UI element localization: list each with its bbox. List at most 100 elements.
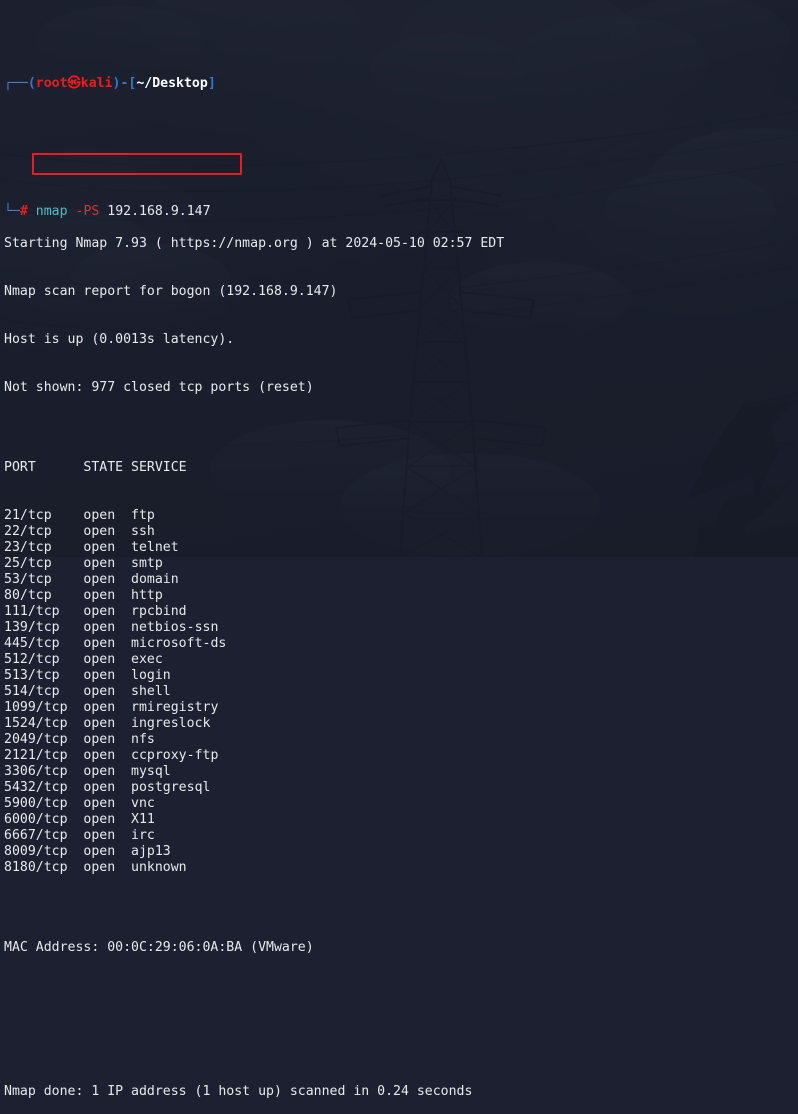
port-cell-state: open bbox=[83, 796, 131, 811]
port-cell-service: rmiregistry bbox=[131, 700, 218, 715]
port-cell-service: ingreslock bbox=[131, 716, 210, 731]
prompt-dash-bracket: -[ bbox=[120, 76, 136, 91]
port-table-row: 1524/tcp open ingreslock bbox=[4, 716, 798, 732]
command-line[interactable]: └─# nmap -PS 192.168.9.147 bbox=[4, 156, 798, 172]
port-cell-service: smtp bbox=[131, 556, 163, 571]
port-cell-port: 8180/tcp bbox=[4, 860, 83, 875]
port-cell-service: http bbox=[131, 588, 163, 603]
port-cell-service: mysql bbox=[131, 764, 171, 779]
port-table-row: 80/tcp open http bbox=[4, 588, 798, 604]
port-table: 21/tcp open ftp22/tcp open ssh23/tcp ope… bbox=[4, 508, 798, 876]
port-cell-service: ajp13 bbox=[131, 844, 171, 859]
port-cell-state: open bbox=[83, 732, 131, 747]
port-cell-state: open bbox=[83, 748, 131, 763]
port-table-row: 3306/tcp open mysql bbox=[4, 764, 798, 780]
port-cell-port: 1524/tcp bbox=[4, 716, 83, 731]
port-cell-port: 8009/tcp bbox=[4, 844, 83, 859]
port-table-row: 8180/tcp open unknown bbox=[4, 860, 798, 876]
port-cell-port: 514/tcp bbox=[4, 684, 83, 699]
prompt-frame-top: ┌── bbox=[4, 76, 28, 91]
output-line-not-shown: Not shown: 977 closed tcp ports (reset) bbox=[4, 380, 798, 396]
port-cell-port: 25/tcp bbox=[4, 556, 83, 571]
port-cell-port: 512/tcp bbox=[4, 652, 83, 667]
port-cell-service: X11 bbox=[131, 812, 155, 827]
port-table-row: 23/tcp open telnet bbox=[4, 540, 798, 556]
port-cell-service: unknown bbox=[131, 860, 187, 875]
port-cell-state: open bbox=[83, 844, 131, 859]
port-cell-state: open bbox=[83, 604, 131, 619]
port-table-row: 6667/tcp open irc bbox=[4, 828, 798, 844]
port-cell-state: open bbox=[83, 508, 131, 523]
port-table-row: 139/tcp open netbios-ssn bbox=[4, 620, 798, 636]
port-table-row: 22/tcp open ssh bbox=[4, 524, 798, 540]
output-line-host-up: Host is up (0.0013s latency). bbox=[4, 332, 798, 348]
port-cell-port: 5432/tcp bbox=[4, 780, 83, 795]
port-cell-state: open bbox=[83, 588, 131, 603]
port-cell-state: open bbox=[83, 812, 131, 827]
prompt-user: root bbox=[36, 76, 68, 91]
port-cell-port: 111/tcp bbox=[4, 604, 83, 619]
port-cell-port: 23/tcp bbox=[4, 540, 83, 555]
port-table-row: 445/tcp open microsoft-ds bbox=[4, 636, 798, 652]
command-flag[interactable]: -PS bbox=[76, 204, 100, 219]
command-program[interactable]: nmap bbox=[36, 204, 68, 219]
port-cell-service: telnet bbox=[131, 540, 179, 555]
port-table-row: 8009/tcp open ajp13 bbox=[4, 844, 798, 860]
port-cell-state: open bbox=[83, 540, 131, 555]
port-cell-port: 3306/tcp bbox=[4, 764, 83, 779]
output-line-summary: Nmap done: 1 IP address (1 host up) scan… bbox=[4, 1084, 798, 1100]
port-table-row: 5900/tcp open vnc bbox=[4, 796, 798, 812]
port-table-row: 5432/tcp open postgresql bbox=[4, 780, 798, 796]
port-cell-state: open bbox=[83, 780, 131, 795]
port-cell-service: login bbox=[131, 668, 171, 683]
kali-at-icon: ㉿ bbox=[68, 76, 81, 91]
port-table-row: 1099/tcp open rmiregistry bbox=[4, 700, 798, 716]
port-cell-service: nfs bbox=[131, 732, 155, 747]
port-table-row: 512/tcp open exec bbox=[4, 652, 798, 668]
prompt-frame-bottom: └─ bbox=[4, 204, 20, 219]
port-table-row: 53/tcp open domain bbox=[4, 572, 798, 588]
port-cell-service: rpcbind bbox=[131, 604, 187, 619]
port-cell-state: open bbox=[83, 620, 131, 635]
port-cell-port: 5900/tcp bbox=[4, 796, 83, 811]
port-table-row: 514/tcp open shell bbox=[4, 684, 798, 700]
port-cell-port: 2049/tcp bbox=[4, 732, 83, 747]
port-cell-service: exec bbox=[131, 652, 163, 667]
port-cell-service: ssh bbox=[131, 524, 155, 539]
port-cell-state: open bbox=[83, 524, 131, 539]
port-cell-port: 21/tcp bbox=[4, 508, 83, 523]
port-table-row: 25/tcp open smtp bbox=[4, 556, 798, 572]
port-table-row: 6000/tcp open X11 bbox=[4, 812, 798, 828]
port-cell-service: vnc bbox=[131, 796, 155, 811]
output-line-mac-address: MAC Address: 00:0C:29:06:0A:BA (VMware) bbox=[4, 940, 798, 956]
output-blank-line bbox=[4, 1004, 798, 1020]
terminal-output-area[interactable]: ┌──(root㉿kali)-[~/Desktop] └─# nmap -PS … bbox=[0, 0, 798, 557]
port-cell-service: domain bbox=[131, 572, 179, 587]
port-cell-port: 1099/tcp bbox=[4, 700, 83, 715]
port-cell-port: 6667/tcp bbox=[4, 828, 83, 843]
port-cell-service: irc bbox=[131, 828, 155, 843]
port-cell-state: open bbox=[83, 764, 131, 779]
port-cell-state: open bbox=[83, 636, 131, 651]
port-table-row: 513/tcp open login bbox=[4, 668, 798, 684]
port-cell-state: open bbox=[83, 700, 131, 715]
port-cell-port: 6000/tcp bbox=[4, 812, 83, 827]
port-cell-port: 445/tcp bbox=[4, 636, 83, 651]
command-spacer bbox=[28, 204, 36, 219]
prompt-path: ~/Desktop bbox=[136, 76, 207, 91]
port-cell-service: ftp bbox=[131, 508, 155, 523]
port-cell-port: 2121/tcp bbox=[4, 748, 83, 763]
port-cell-state: open bbox=[83, 652, 131, 667]
port-cell-service: shell bbox=[131, 684, 171, 699]
prompt-hash: # bbox=[20, 204, 28, 219]
port-cell-state: open bbox=[83, 716, 131, 731]
port-table-row: 21/tcp open ftp bbox=[4, 508, 798, 524]
command-argument[interactable]: 192.168.9.147 bbox=[107, 204, 210, 219]
port-table-row: 2049/tcp open nfs bbox=[4, 732, 798, 748]
port-cell-service: ccproxy-ftp bbox=[131, 748, 218, 763]
port-cell-service: postgresql bbox=[131, 780, 210, 795]
port-cell-state: open bbox=[83, 828, 131, 843]
output-line-scan-report: Nmap scan report for bogon (192.168.9.14… bbox=[4, 284, 798, 300]
prompt-line-top: ┌──(root㉿kali)-[~/Desktop] bbox=[4, 76, 798, 92]
port-cell-state: open bbox=[83, 684, 131, 699]
